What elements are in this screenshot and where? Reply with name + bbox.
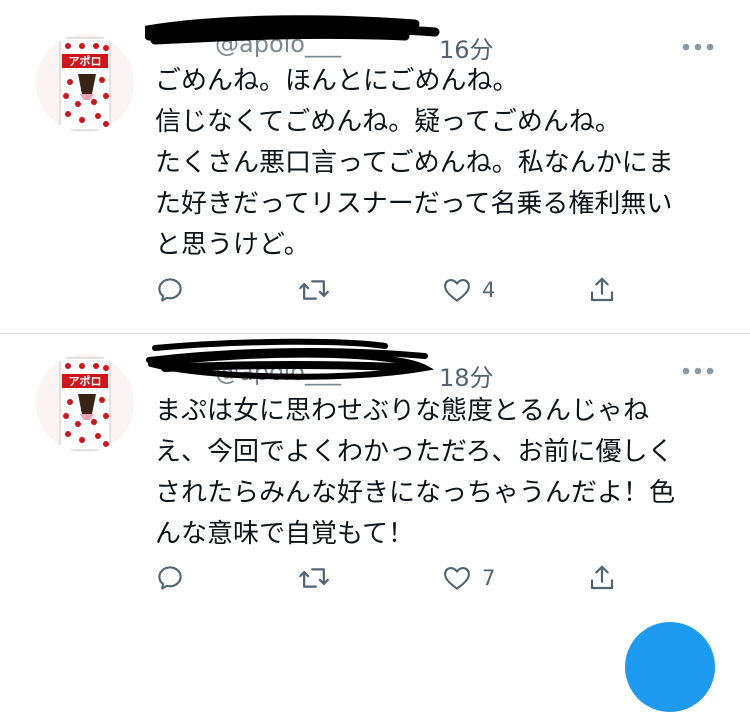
retweet-button[interactable]	[298, 560, 340, 596]
tweet-text-line: 信じなくてごめんね。疑ってごめんね。	[155, 107, 621, 137]
tweet[interactable]: アポロ @apolo___ 18分 まぷは女に思わせぶりな態度とるんじゃね え、…	[0, 334, 750, 637]
tweet-text-line: ごめんね。ほんとにごめんね。	[155, 66, 519, 96]
retweet-icon	[299, 280, 329, 300]
redaction-scribble	[146, 338, 435, 380]
tweet-text-line: と思うけど。	[155, 230, 310, 260]
svg-text:アポロ: アポロ	[69, 54, 102, 68]
tweet-text: ごめんね。ほんとにごめんね。 信じなくてごめんね。疑ってごめんね。 たくさん悪口…	[155, 61, 715, 266]
ellipsis-icon	[682, 367, 714, 375]
reply-button[interactable]	[155, 272, 195, 308]
ellipsis-icon	[682, 43, 714, 51]
tweet-text-line: まぷは女に思わせぶりな態度とるんじゃね	[155, 396, 650, 426]
avatar[interactable]: アポロ	[36, 354, 134, 452]
tweet-text: まぷは女に思わせぶりな態度とるんじゃね え、今回でよくわかっただろ、お前に優しく…	[155, 391, 715, 555]
more-options-button[interactable]	[680, 40, 716, 54]
avatar[interactable]: アポロ	[36, 34, 134, 132]
tweet-text-line: え、今回でよくわかっただろ、お前に優しく	[155, 437, 674, 467]
share-icon	[590, 277, 614, 302]
like-button[interactable]: 4	[442, 272, 495, 308]
like-button[interactable]: 7	[442, 560, 495, 596]
tweet-actions: 4	[155, 272, 635, 308]
tweet-text-line: されたらみんな好きになっちゃうんだよ！色	[155, 478, 676, 508]
tweet[interactable]: アポロ @apolo___ 16分 ごめんね。ほんとにごめんね。 信じなくてごめ…	[0, 0, 750, 333]
more-options-button[interactable]	[680, 364, 716, 378]
reply-icon	[158, 566, 182, 590]
apollo-chocolate-box-icon: アポロ	[59, 37, 111, 131]
tweet-time[interactable]: 16分	[439, 30, 494, 65]
reply-icon	[158, 278, 182, 302]
tweet-header: @apolo___ 18分	[146, 338, 655, 396]
heart-icon	[444, 566, 470, 590]
apollo-chocolate-box-icon: アポロ	[59, 357, 111, 451]
share-icon	[590, 565, 614, 590]
share-button[interactable]	[587, 560, 617, 596]
svg-text:アポロ: アポロ	[69, 374, 102, 388]
retweet-button[interactable]	[298, 272, 340, 308]
tweet-text-line: た好きだってリスナーだって名乗る権利無い	[155, 189, 673, 219]
heart-icon	[444, 278, 470, 302]
tweet-text-line: んな意味で自覚もて！	[155, 519, 414, 549]
like-count: 4	[482, 278, 496, 302]
retweet-icon	[299, 568, 329, 588]
share-button[interactable]	[587, 272, 617, 308]
compose-tweet-button[interactable]	[625, 622, 715, 712]
tweet-time[interactable]: 18分	[439, 358, 494, 393]
reply-button[interactable]	[155, 560, 195, 596]
redaction-scribble	[145, 15, 440, 45]
tweet-text-line: たくさん悪口言ってごめんね。私なんかにま	[155, 148, 674, 178]
tweet-actions: 7	[155, 560, 635, 596]
like-count: 7	[482, 566, 496, 590]
